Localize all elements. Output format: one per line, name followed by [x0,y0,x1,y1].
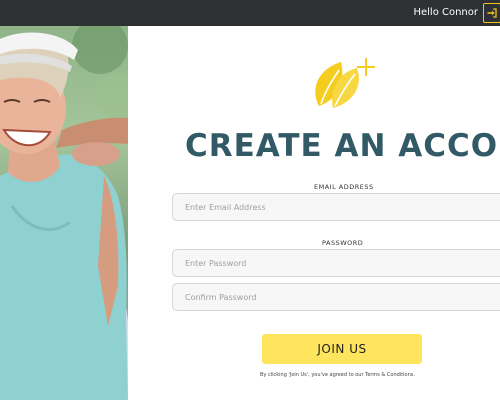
hero-photo [0,26,128,400]
page-title: CREATE AN ACCOUNT [185,128,500,164]
smiling-senior-woman-photo [0,26,128,400]
sign-in-button[interactable] [483,3,500,23]
signup-panel: CREATE AN ACCOUNT EMAIL ADDRESS PASSWORD… [128,26,500,400]
email-label: EMAIL ADDRESS [314,183,374,191]
terms-notice: By clicking 'Join Us', you've agreed to … [260,372,415,378]
email-field[interactable] [172,193,500,221]
user-greeting: Hello Connor [413,7,478,18]
join-us-button[interactable]: JOIN US [262,334,422,364]
sign-in-icon [487,8,497,18]
password-label: PASSWORD [322,239,364,247]
top-bar: Hello Connor [0,0,500,26]
password-field[interactable] [172,249,500,277]
leaf-plus-logo-icon [315,58,375,108]
confirm-password-field[interactable] [172,283,500,311]
